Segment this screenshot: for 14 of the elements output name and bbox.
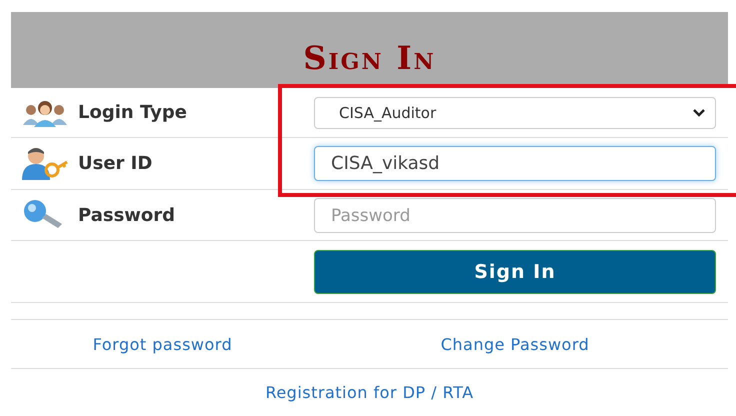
field-label: User ID — [78, 153, 152, 174]
sign-in-button[interactable]: Sign In — [314, 250, 716, 294]
account-link[interactable]: Change Password — [440, 334, 590, 354]
user-id-field[interactable]: CISA_vikasd — [314, 146, 716, 181]
registration-link[interactable]: Registration for DP / RTA — [265, 383, 474, 402]
chevron-down-icon — [693, 108, 705, 116]
page-title: Sign In — [303, 42, 436, 74]
field-label: Login Type — [78, 102, 187, 123]
user-key-icon — [22, 146, 68, 182]
account-link[interactable]: Forgot password — [92, 334, 232, 354]
field-label: Password — [78, 204, 176, 226]
login-type-select[interactable]: CISA_Auditor — [314, 96, 716, 128]
password-field[interactable]: Password — [314, 198, 716, 232]
people-icon — [22, 98, 68, 126]
